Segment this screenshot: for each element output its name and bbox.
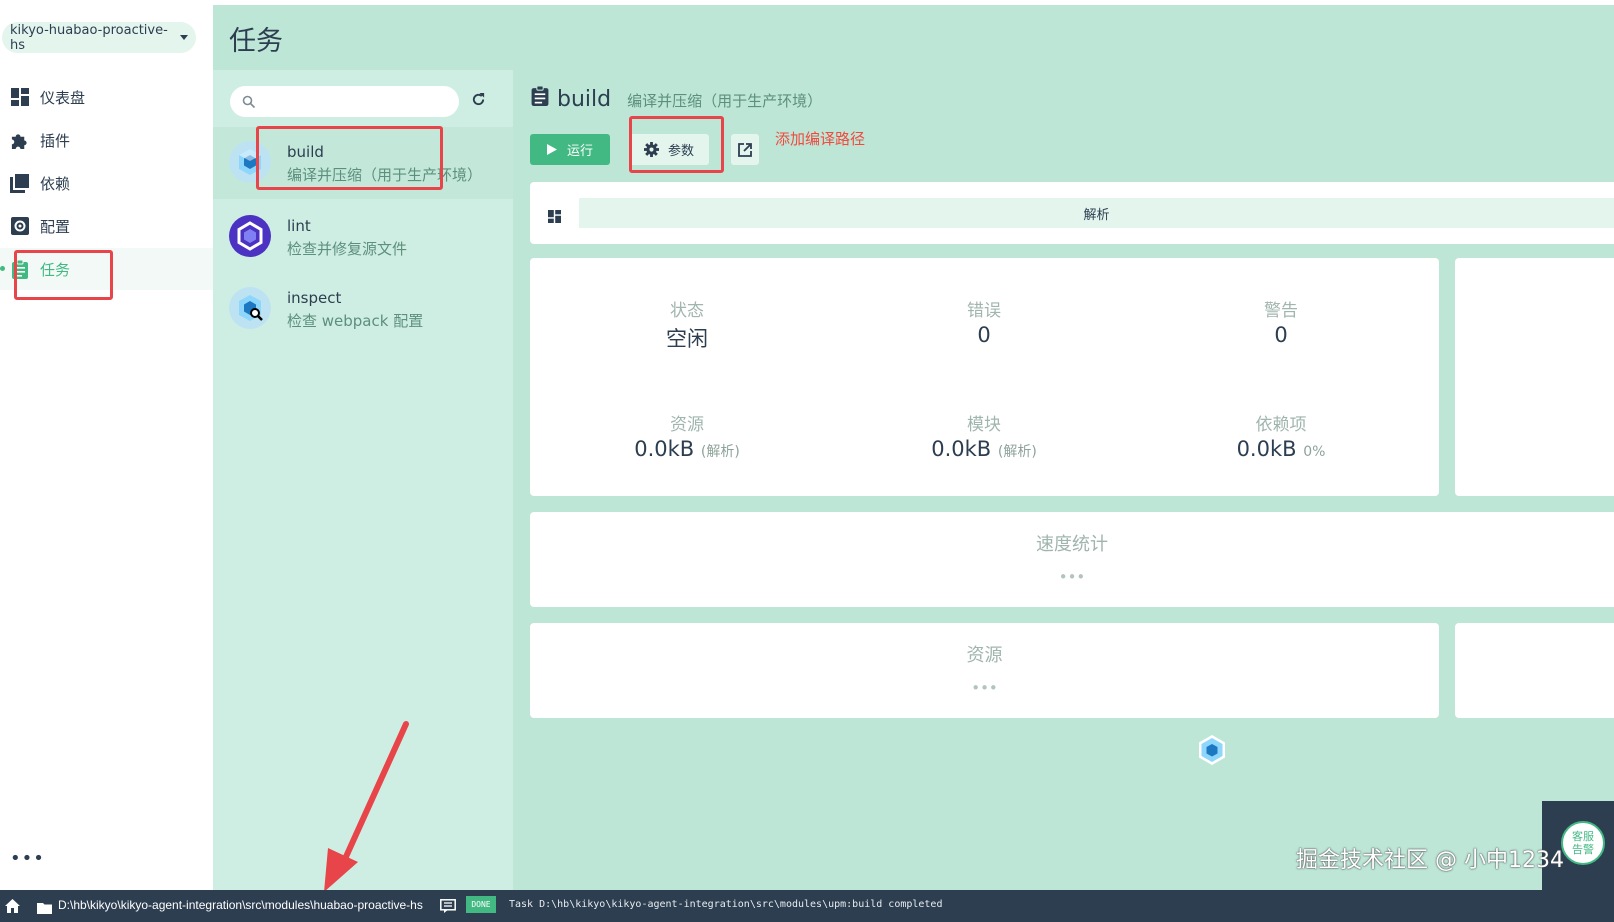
settings-icon <box>10 217 29 236</box>
nav-item-dashboard[interactable]: 仪表盘 <box>0 76 213 118</box>
stat-note: 0% <box>1303 444 1326 460</box>
task-name: inspect <box>287 289 342 307</box>
eslint-icon <box>229 215 271 257</box>
nav-item-dependencies[interactable]: 依赖 <box>0 162 213 204</box>
stat-label: 错误 <box>967 301 1001 321</box>
task-item-lint[interactable]: lint 检查并修复源文件 <box>213 201 513 273</box>
stat-value: 空闲 <box>666 327 708 351</box>
nav-item-configuration[interactable]: 配置 <box>0 205 213 247</box>
home-icon[interactable] <box>5 898 20 917</box>
annotation-arrow-icon <box>324 721 409 892</box>
stat-note: (解析) <box>997 444 1037 460</box>
run-button-label: 运行 <box>566 144 593 159</box>
status-bar: D:\hb\kikyo\kikyo-agent-integration\src\… <box>0 890 1614 922</box>
left-nav: kikyo-huabao-proactive-hs 仪表盘 插件 依赖 配置 任… <box>0 0 213 890</box>
nav-item-label: 仪表盘 <box>40 88 86 107</box>
task-name: lint <box>287 217 311 235</box>
annotation-box-tasks <box>14 250 113 300</box>
stat-label: 资源 <box>670 415 704 435</box>
annotation-text: 添加编译路径 <box>775 130 866 148</box>
webpack-logo-icon <box>1197 734 1227 770</box>
project-selector[interactable]: kikyo-huabao-proactive-hs <box>2 22 196 53</box>
stat-value: 0.0kB (解析) <box>854 437 1114 461</box>
library-icon <box>10 173 29 193</box>
side-card <box>1455 258 1614 496</box>
active-indicator <box>0 266 5 271</box>
vue-ui-window: kikyo-huabao-proactive-hs 仪表盘 插件 依赖 配置 任… <box>0 0 1614 922</box>
open-external-button[interactable] <box>731 134 759 165</box>
annotation-box-params <box>629 116 724 173</box>
stat-label: 依赖项 <box>1255 415 1307 435</box>
dashboard-icon <box>10 88 29 107</box>
search-icon <box>242 94 256 113</box>
annotation-box-build <box>256 126 443 190</box>
task-title: build 编译并压缩（用于生产环境） <box>531 86 822 112</box>
project-path[interactable]: D:\hb\kikyo\kikyo-agent-integration\src\… <box>58 898 423 912</box>
task-title-description: 编译并压缩（用于生产环境） <box>627 92 823 110</box>
stats-card: 状态 空闲 错误 0 警告 0 资源 0.0kB (解析) 模块 0.0kB (… <box>530 258 1439 496</box>
nav-item-label: 配置 <box>40 217 71 236</box>
stat-assets: 资源 0.0kB (解析) <box>557 410 817 461</box>
task-description: 检查 webpack 配置 <box>287 312 424 330</box>
chevron-down-icon <box>180 35 188 40</box>
webpack-inspect-icon <box>229 287 271 329</box>
task-item-inspect[interactable]: inspect 检查 webpack 配置 <box>213 273 513 345</box>
stat-dependencies: 依赖项 0.0kB 0% <box>1151 410 1411 461</box>
nav-item-label: 插件 <box>40 131 71 150</box>
view-tabs: 解析 <box>530 182 1614 244</box>
page-title: 任务 <box>229 26 283 57</box>
task-detail-panel: build 编译并压缩（用于生产环境） 运行 参数 添加编译路径 解析 状态 空… <box>513 70 1614 890</box>
external-link-icon <box>738 142 752 157</box>
assets-card: 资源 ••• <box>530 623 1439 718</box>
nav-item-plugins[interactable]: 插件 <box>0 119 213 161</box>
stat-value-number: 0.0kB <box>931 437 992 461</box>
search-input[interactable] <box>230 86 459 117</box>
folder-icon <box>37 899 52 918</box>
stat-value: 0.0kB (解析) <box>557 437 817 461</box>
project-selector-value: kikyo-huabao-proactive-hs <box>10 22 168 53</box>
stat-value: 0 <box>977 323 991 347</box>
loading-dots: ••• <box>971 679 998 697</box>
last-log-message[interactable]: Task D:\hb\kikyo\kikyo-agent-integration… <box>509 899 942 910</box>
task-description: 检查并修复源文件 <box>287 240 408 258</box>
more-icon[interactable]: ••• <box>10 848 45 869</box>
stat-errors: 错误 0 <box>854 296 1114 347</box>
run-button[interactable]: 运行 <box>530 134 610 165</box>
loading-dots: ••• <box>1058 568 1086 586</box>
stat-modules: 模块 0.0kB (解析) <box>854 410 1114 461</box>
stat-value-number: 0.0kB <box>634 437 695 461</box>
service-badge: 客服 告警 <box>1561 821 1605 865</box>
status-badge: DONE <box>466 896 496 913</box>
speed-stats-card: 速度统计 ••• <box>530 512 1614 607</box>
stat-value-number: 0.0kB <box>1236 437 1297 461</box>
dashboard-icon[interactable] <box>548 208 561 227</box>
watermark: 掘金技术社区 @ 小中1234 <box>1296 848 1564 873</box>
stat-label: 状态 <box>670 301 704 321</box>
stat-value: 0.0kB 0% <box>1151 437 1411 461</box>
tab-analyzer[interactable]: 解析 <box>579 198 1614 228</box>
task-title-name: build <box>557 87 612 112</box>
side-card-2 <box>1455 623 1614 718</box>
assignment-icon <box>531 86 549 106</box>
stat-note: (解析) <box>700 444 740 460</box>
puzzle-icon <box>10 131 29 150</box>
console-log-icon[interactable] <box>440 898 456 917</box>
stat-status: 状态 空闲 <box>557 296 817 353</box>
nav-item-label: 依赖 <box>40 174 71 193</box>
stat-label: 警告 <box>1264 301 1298 321</box>
stat-label: 模块 <box>967 415 1001 435</box>
page-header: 任务 <box>213 5 1614 70</box>
refresh-icon[interactable] <box>471 92 486 111</box>
speed-stats-title: 速度统计 <box>1036 534 1108 555</box>
play-icon <box>546 144 557 155</box>
assets-title: 资源 <box>966 645 1003 666</box>
stat-value: 0 <box>1274 323 1288 347</box>
stat-warnings: 警告 0 <box>1151 296 1411 347</box>
